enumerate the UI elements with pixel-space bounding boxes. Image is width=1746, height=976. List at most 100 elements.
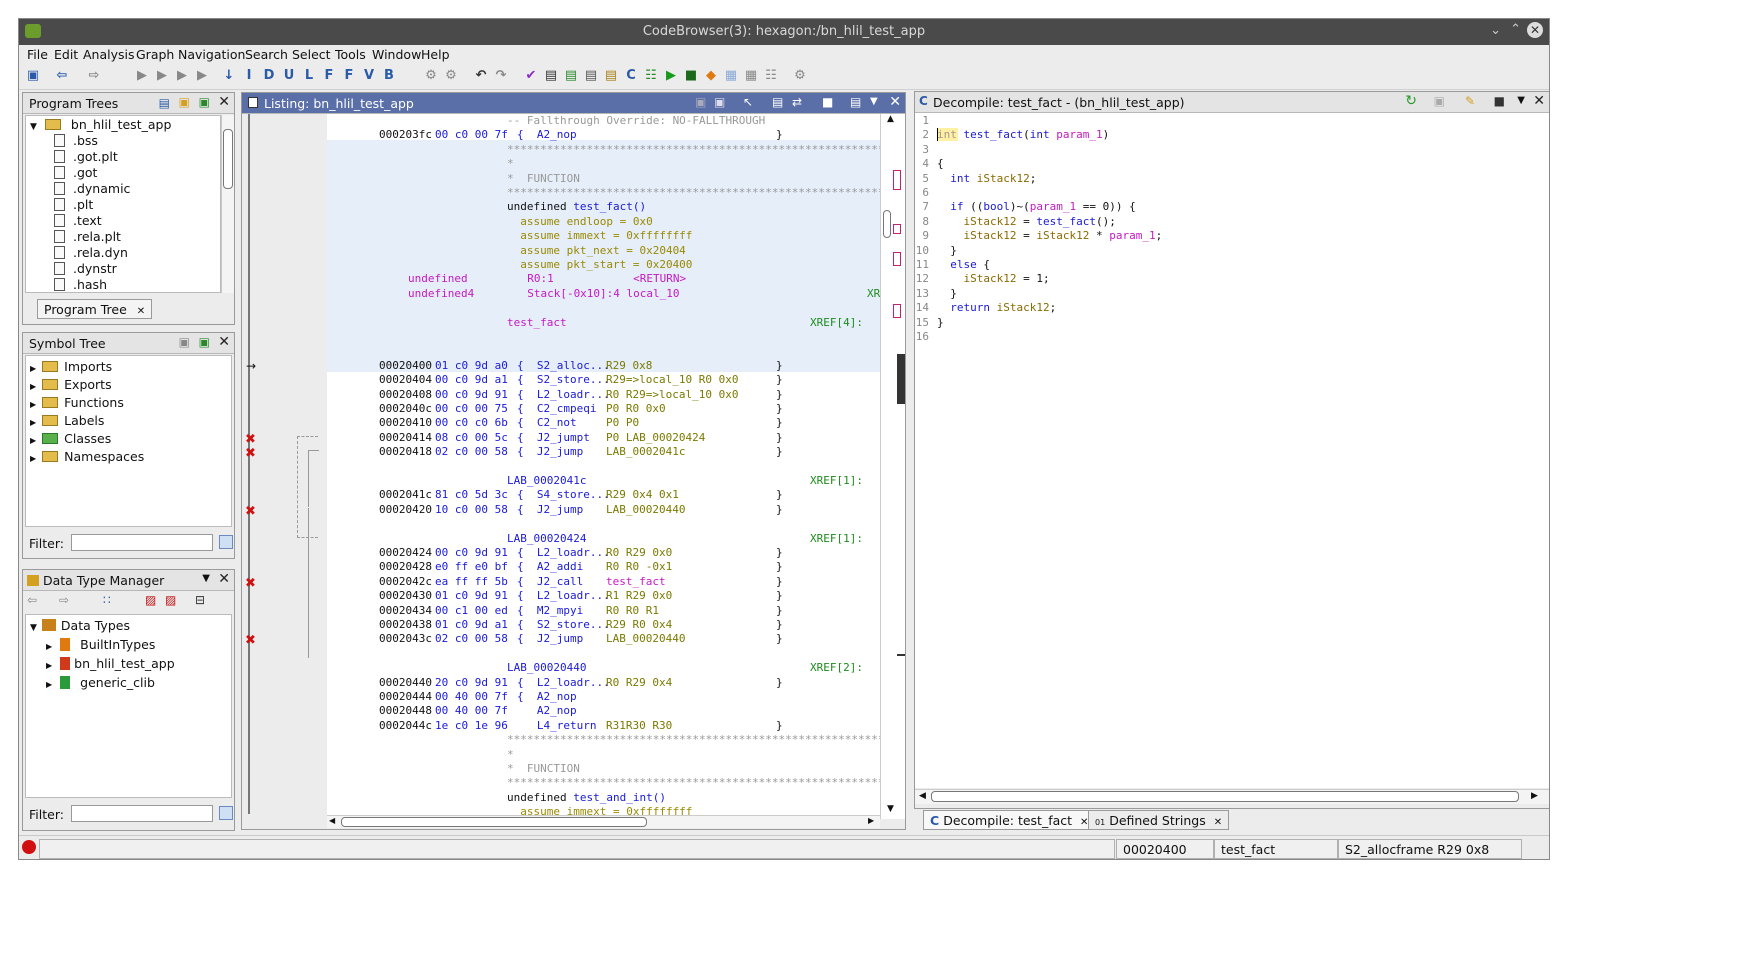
data-types-item[interactable]: ▶ generic_clib (46, 675, 155, 690)
function-f-icon[interactable]: F (322, 69, 336, 83)
nav-icon-1[interactable]: ▶ (135, 69, 149, 83)
expand-arrow-icon[interactable]: ▶ (46, 680, 52, 689)
program-tree-scrollbar[interactable] (221, 115, 234, 293)
edit-icon[interactable]: ✎ (1465, 94, 1475, 108)
expand-arrow-icon[interactable]: ▶ (30, 418, 36, 427)
error-marker-icon[interactable]: ✖ (245, 504, 256, 519)
undo-icon[interactable]: ↶ (474, 69, 488, 83)
close-icon[interactable]: ✕ (1533, 93, 1545, 109)
listing-hscrollbar[interactable]: ◀ ▶ (327, 815, 880, 828)
symbol-tree-item[interactable]: ▶ Exports (30, 377, 112, 392)
run-icon[interactable]: ▶ (664, 69, 678, 83)
filter-arrays-icon[interactable]: ▨ (145, 593, 156, 607)
collapse-arrow-icon[interactable]: ▼ (30, 122, 37, 132)
console-icon[interactable] (22, 840, 36, 854)
nav-icon-3[interactable]: ▶ (175, 69, 189, 83)
symbol-tree-item[interactable]: ▶ Functions (30, 395, 124, 410)
nav-icon-6[interactable]: V (362, 69, 376, 83)
close-tab-icon[interactable]: ✕ (137, 306, 145, 317)
redo-icon[interactable]: ↷ (494, 69, 508, 83)
filter-options-icon[interactable] (219, 535, 233, 549)
refresh-icon[interactable]: ↻ (1405, 93, 1417, 109)
scroll-right-icon[interactable]: ▶ (1531, 791, 1538, 801)
symbol-tree-item[interactable]: ▶ Namespaces (30, 449, 144, 464)
nav-icon-4[interactable]: ▶ (195, 69, 209, 83)
scroll-left-icon[interactable]: ◀ (919, 791, 926, 801)
bookmark-b-icon[interactable]: B (382, 69, 396, 83)
snapshot-icon[interactable]: ■ (822, 95, 833, 109)
symbol-filter-input[interactable] (71, 534, 213, 551)
scroll-up-icon[interactable]: ▲ (887, 114, 894, 124)
filter-options-icon[interactable] (219, 806, 233, 820)
hscroll-thumb[interactable] (341, 817, 647, 827)
error-marker-icon[interactable]: ✖ (245, 633, 256, 648)
decompile-hscrollbar[interactable]: ◀ ▶ (915, 789, 1549, 804)
tree-item[interactable]: .dynamic (54, 181, 130, 196)
tree-item[interactable]: .rela.plt (54, 229, 121, 244)
menu-file[interactable]: File (27, 47, 48, 62)
dtm-filter-input[interactable] (71, 805, 213, 822)
menu-tools[interactable]: Tools (335, 47, 366, 62)
graph-icon[interactable]: ☷ (644, 69, 658, 83)
close-tab-icon[interactable]: ✕ (1214, 817, 1222, 828)
minimize-icon[interactable]: ⌄ (1490, 23, 1501, 38)
back-arrow-icon[interactable]: ⇦ (55, 69, 69, 83)
dropdown-icon[interactable]: ▼ (202, 573, 210, 584)
close-window-button[interactable]: ✕ (1527, 22, 1543, 38)
hscroll-thumb[interactable] (931, 791, 1519, 802)
debug-icon[interactable]: ⚙ (793, 69, 807, 83)
expand-arrow-icon[interactable]: ▶ (46, 661, 52, 670)
tree-root[interactable]: ▼ bn_hlil_test_app (30, 117, 171, 132)
memory-icon[interactable]: ▦ (744, 69, 758, 83)
decompile-icon[interactable]: C (624, 69, 638, 83)
back-arrow-icon[interactable]: ⇦ (27, 593, 37, 607)
tree-item[interactable]: .rela.dyn (54, 245, 128, 260)
menu-edit[interactable]: Edit (54, 47, 78, 62)
save-tree-icon[interactable]: ▣ (199, 95, 210, 109)
expand-arrow-icon[interactable]: ▶ (30, 454, 36, 463)
checkmark-icon[interactable]: ✔ (524, 69, 538, 83)
symbol-tree-item[interactable]: ▶ Labels (30, 413, 104, 428)
tree-item[interactable]: .dynstr (54, 261, 117, 276)
print-icon[interactable]: ▣ (179, 335, 190, 349)
expand-arrow-icon[interactable]: ▶ (30, 382, 36, 391)
menu-navigation[interactable]: Navigation (178, 47, 245, 62)
view-icon[interactable]: ▤ (159, 96, 170, 110)
symbol-tree-item[interactable]: ▶ Classes (30, 431, 111, 446)
data-types-root[interactable]: ▼ Data Types (30, 618, 130, 633)
scroll-down-icon[interactable]: ▼ (887, 804, 894, 814)
close-icon[interactable]: ✕ (889, 94, 901, 110)
tree-item[interactable]: .text (54, 213, 102, 228)
close-icon[interactable]: ✕ (218, 334, 230, 350)
close-icon[interactable]: ✕ (218, 571, 230, 587)
data-d-icon[interactable]: D (262, 69, 276, 83)
menu-window[interactable]: Window (372, 47, 421, 62)
tree-item[interactable]: .hash (54, 277, 107, 292)
terminal-icon[interactable]: ■ (684, 69, 698, 83)
expand-arrow-icon[interactable]: ▶ (30, 364, 36, 373)
error-marker-icon[interactable]: ✖ (245, 576, 256, 591)
tab-decompile[interactable]: C Decompile: test_fact ✕ (923, 810, 1096, 830)
new-icon[interactable]: ▣ (199, 335, 210, 349)
filter-pointers-icon[interactable]: ▨ (165, 593, 176, 607)
menu-select[interactable]: Select (292, 47, 331, 62)
symbol-tree-item[interactable]: ▶ Imports (30, 359, 112, 374)
save-icon[interactable]: ▣ (26, 69, 40, 83)
script-icon-1[interactable]: ▤ (544, 69, 558, 83)
open-folder-icon[interactable]: ▣ (179, 95, 190, 109)
copy-icon[interactable]: ▣ (695, 95, 706, 109)
field-edit-icon[interactable]: ▤ (772, 95, 783, 109)
forward-arrow-icon[interactable]: ⇨ (59, 593, 69, 607)
table-icon[interactable]: ▦ (724, 69, 738, 83)
gear-icon[interactable]: ⚙ (424, 69, 438, 83)
menu-search[interactable]: Search (245, 47, 288, 62)
tree-item[interactable]: .bss (54, 133, 98, 148)
tree-item[interactable]: .got.plt (54, 149, 118, 164)
cursor-icon[interactable]: ↖ (743, 95, 753, 109)
data-types-item[interactable]: ▶ bn_hlil_test_app (46, 656, 175, 671)
scroll-right-icon[interactable]: ▶ (868, 816, 874, 825)
error-marker-icon[interactable]: ✖ (245, 432, 256, 447)
program-tree-tab[interactable]: Program Tree ✕ (37, 299, 153, 319)
label-l-icon[interactable]: L (302, 69, 316, 83)
expand-arrow-icon[interactable]: ▶ (46, 642, 52, 651)
